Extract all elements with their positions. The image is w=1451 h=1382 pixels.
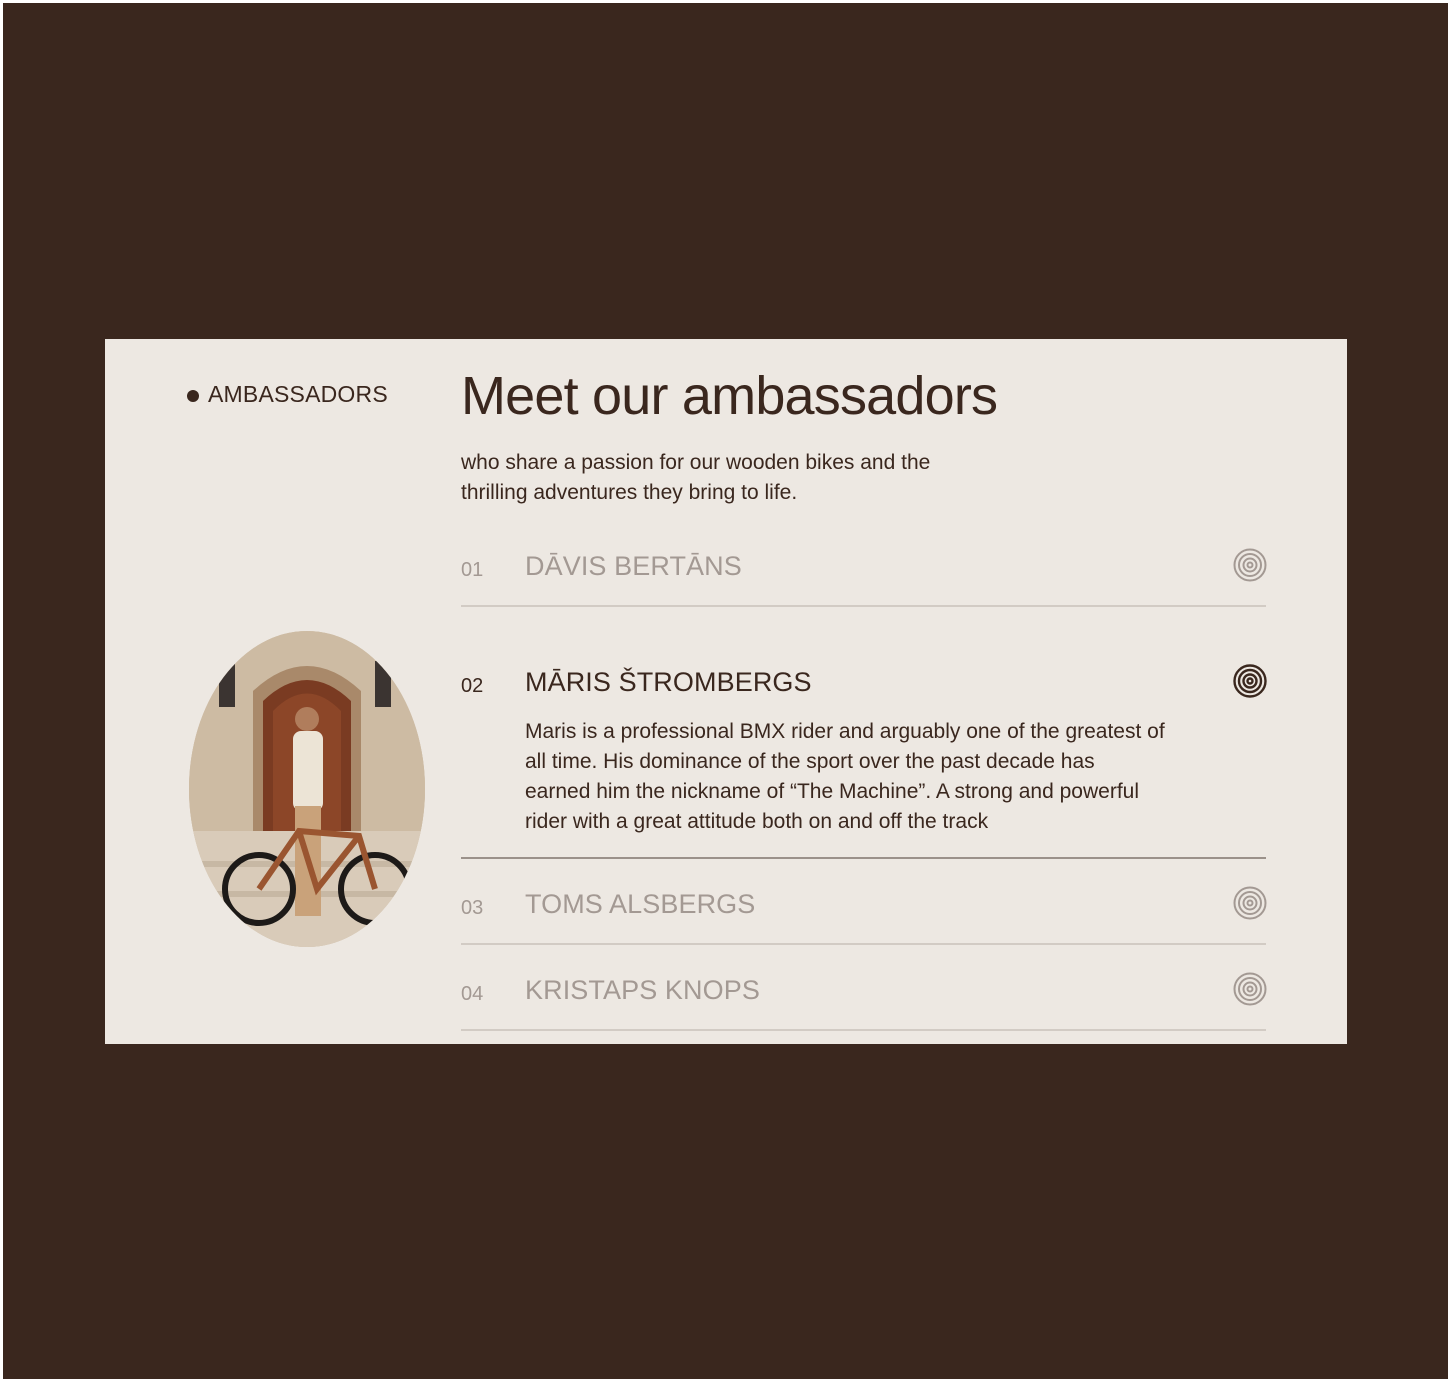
ambassadors-section: AMBASSADORS Meet our ambassadors who sha… xyxy=(105,339,1347,1044)
subtitle-line: who share a passion for our wooden bikes… xyxy=(461,451,931,474)
tree-ring-icon[interactable] xyxy=(1233,548,1267,582)
tree-ring-icon[interactable] xyxy=(1233,886,1267,920)
ambassador-name: TOMS ALSBERGS xyxy=(525,889,756,919)
ambassador-description: Maris is a professional BMX rider and ar… xyxy=(525,717,1215,837)
ambassador-photo xyxy=(189,631,425,947)
ambassador-name: KRISTAPS KNOPS xyxy=(525,975,760,1005)
section-label: AMBASSADORS xyxy=(187,381,388,408)
section-label-text: AMBASSADORS xyxy=(208,381,388,407)
ambassador-name: DĀVIS BERTĀNS xyxy=(525,551,742,581)
ambassador-name: MĀRIS ŠTROMBERGS xyxy=(525,667,812,697)
ambassador-number: 03 xyxy=(461,897,484,919)
ambassador-row-01[interactable]: 01 DĀVIS BERTĀNS xyxy=(461,529,1267,607)
ambassador-number: 04 xyxy=(461,983,484,1005)
description-line: earned him the nickname of “The Machine”… xyxy=(525,780,1140,803)
description-line: rider with a great attitude both on and … xyxy=(525,810,989,833)
ambassador-row-03[interactable]: 03 TOMS ALSBERGS xyxy=(461,859,1267,945)
bullet-dot-icon xyxy=(187,390,199,402)
section-subtitle: who share a passion for our wooden bikes… xyxy=(461,448,1001,508)
ambassador-number: 01 xyxy=(461,559,484,581)
tree-ring-icon[interactable] xyxy=(1233,972,1267,1006)
description-line: all time. His dominance of the sport ove… xyxy=(525,750,1095,773)
tree-ring-icon[interactable] xyxy=(1233,664,1267,698)
page-title: Meet our ambassadors xyxy=(461,366,998,426)
ambassador-number: 02 xyxy=(461,675,484,697)
ambassador-row-02[interactable]: 02 MĀRIS ŠTROMBERGS Maris is a professio… xyxy=(461,607,1267,859)
subtitle-line: thrilling adventures they bring to life. xyxy=(461,481,798,504)
ambassador-photo-illustration xyxy=(189,631,425,947)
description-line: Maris is a professional BMX rider and ar… xyxy=(525,720,1165,743)
ambassador-row-04[interactable]: 04 KRISTAPS KNOPS xyxy=(461,945,1267,1031)
